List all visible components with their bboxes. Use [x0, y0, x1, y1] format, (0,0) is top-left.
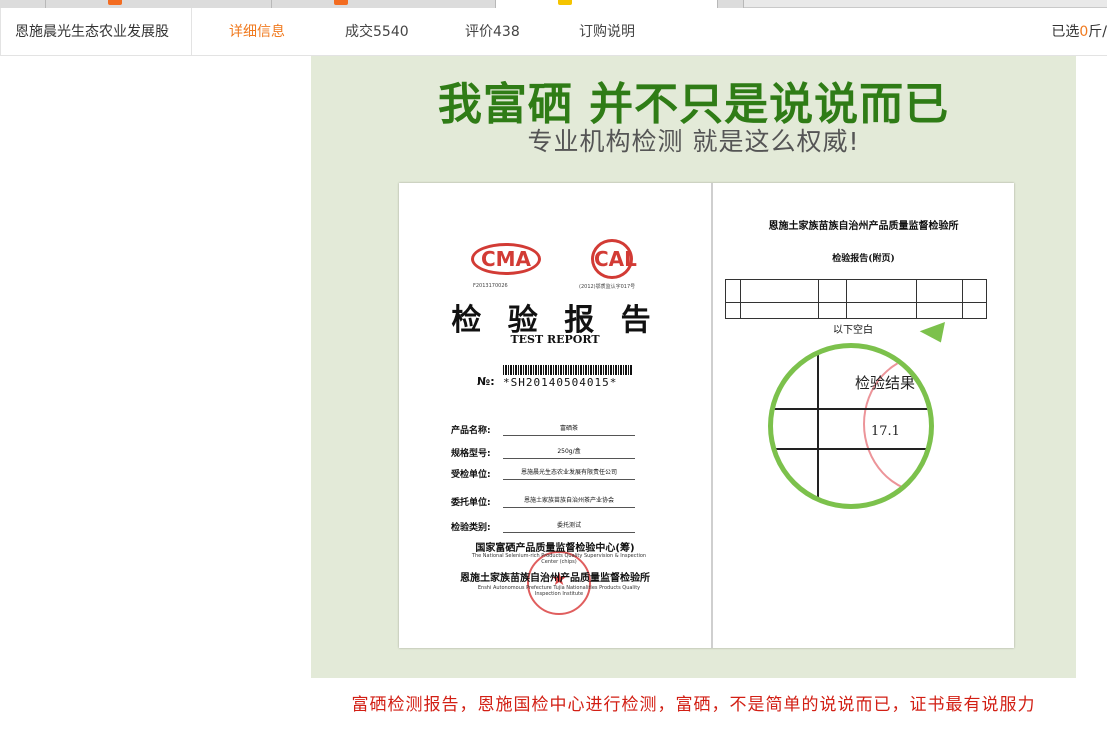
tab-order-instructions[interactable]: 订购说明 [579, 8, 635, 56]
tmall-favicon-icon [558, 0, 572, 5]
zoom-grid-line [773, 408, 929, 410]
certificate-cover-page: CMA CAL F2013170026 (2012)鄂质监认字017号 检 验 … [399, 183, 711, 648]
table-divider [818, 280, 819, 318]
cal-logo: CAL [591, 239, 637, 279]
shop-nav-bar: 恩施晨光生态农业发展股 详细信息 成交5540 评价438 订购说明 已选0斤/ [0, 8, 1107, 56]
new-tab-button[interactable] [718, 0, 744, 8]
table-divider [916, 280, 917, 318]
issuer-national-center: 国家富硒产品质量监督检验中心(筹) [475, 543, 635, 554]
field-value: 恩施土家族苗族自治州茶产业协会 [503, 495, 635, 508]
tab-reviews[interactable]: 评价438 [465, 8, 520, 56]
zoom-result-value: 17.1 [871, 424, 900, 439]
field-label: 产品名称: [451, 426, 491, 436]
tab-details[interactable]: 详细信息 [229, 8, 285, 56]
banner-subhead: 专业机构检测 就是这么权威! [527, 127, 860, 156]
image-caption: 富硒检测报告，恩施国检中心进行检测，富硒，不是简单的说说而已，证书最有说服力 [351, 695, 1036, 715]
field-label: 委托单位: [451, 498, 491, 508]
report-number-label: №: [477, 375, 495, 388]
field-value: 委托测试 [503, 520, 635, 533]
taobao-favicon-icon [334, 0, 348, 5]
zoom-grid-line [773, 448, 929, 450]
issuer-enshi-institute-en: Enshi Autonomous Prefecture Tujia Nation… [477, 585, 641, 597]
zoom-grid-line [817, 348, 819, 504]
certificate-attachment-page: 恩施土家族苗族自治州产品质量监督检验所 检验报告(附页) 以下空白 检验结果 1… [713, 183, 1014, 648]
field-value: 250g/盒 [503, 446, 635, 459]
tab-transactions[interactable]: 成交5540 [345, 8, 409, 56]
browser-tab[interactable] [272, 0, 496, 8]
selected-prefix: 已选 [1051, 24, 1080, 40]
browser-tab-active[interactable] [496, 0, 718, 8]
field-value: 富硒茶 [503, 423, 635, 436]
shop-name[interactable]: 恩施晨光生态农业发展股 [0, 8, 192, 56]
barcode-icon [503, 365, 633, 375]
field-label: 受检单位: [451, 470, 491, 480]
attachment-institute: 恩施土家族苗族自治州产品质量监督检验所 [768, 221, 959, 232]
table-divider [962, 280, 963, 318]
table-divider [846, 280, 847, 318]
report-title-en: TEST REPORT [510, 333, 600, 346]
inspection-certificate-image: CMA CAL F2013170026 (2012)鄂质监认字017号 检 验 … [399, 183, 1014, 648]
attachment-title: 检验报告(附页) [832, 254, 895, 264]
zoom-result-header: 检验结果 [855, 374, 916, 392]
browser-tab[interactable] [0, 0, 46, 8]
selected-quantity: 已选0斤/ [1051, 8, 1107, 56]
selected-count: 0 [1079, 24, 1089, 40]
cal-cert-number: (2012)鄂质监认字017号 [579, 284, 636, 290]
blank-below-note: 以下空白 [833, 325, 873, 336]
field-label: 检验类别: [451, 523, 491, 533]
report-number: *SH20140504015* [503, 376, 618, 389]
cma-cert-number: F2013170026 [473, 283, 508, 289]
zoom-grid-line [931, 348, 933, 508]
product-detail-banner: 我富硒 并不只是说说而已 专业机构检测 就是这么权威! CMA CAL F201… [311, 56, 1076, 678]
cma-logo: CMA [471, 243, 541, 275]
table-divider [740, 280, 741, 318]
browser-tab[interactable] [46, 0, 272, 8]
zoom-magnifier-callout: 检验结果 17.1 [768, 343, 934, 509]
results-table [725, 279, 987, 319]
issuer-national-center-en: The National Selenium-rich Products Qual… [471, 553, 647, 565]
field-value: 恩施晨光生态农业发展有限责任公司 [503, 467, 635, 480]
selected-unit: 斤/ [1088, 24, 1107, 40]
issuer-enshi-institute: 恩施土家族苗族自治州产品质量监督检验所 [460, 573, 650, 584]
taobao-favicon-icon [108, 0, 122, 5]
browser-tab-strip [0, 0, 1107, 8]
table-divider [726, 302, 986, 303]
field-label: 规格型号: [451, 449, 491, 459]
